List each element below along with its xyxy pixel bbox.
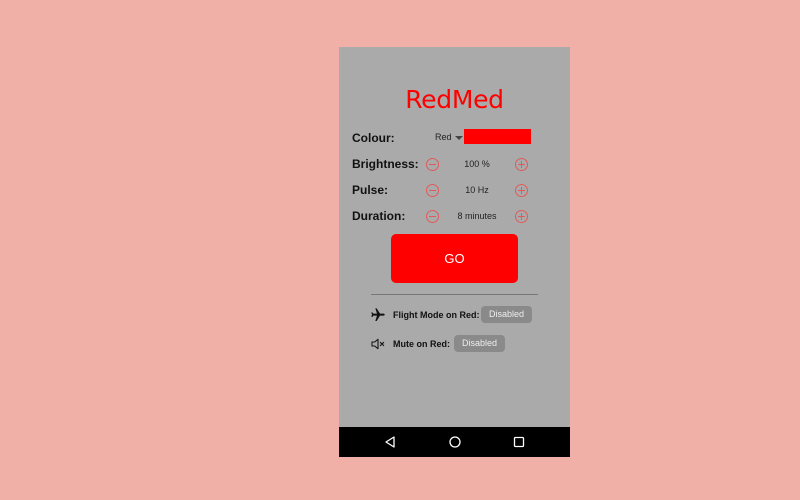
- mute-label: Mute on Red:: [393, 339, 450, 349]
- app-title: RedMed: [405, 85, 504, 114]
- colour-swatch: [464, 129, 531, 144]
- duration-increase-icon[interactable]: [515, 210, 528, 223]
- brightness-increase-icon[interactable]: [515, 158, 528, 171]
- mute-toggle[interactable]: Disabled: [454, 335, 506, 352]
- brightness-value: 100 %: [464, 159, 490, 169]
- back-icon[interactable]: [383, 435, 397, 449]
- colour-label: Colour:: [352, 131, 395, 145]
- pulse-row: Pulse: 10 Hz: [339, 181, 570, 201]
- colour-selected-value: Red: [435, 132, 452, 142]
- pulse-label: Pulse:: [352, 183, 389, 197]
- duration-decrease-icon[interactable]: [426, 210, 439, 223]
- recents-icon[interactable]: [512, 435, 526, 449]
- pulse-value: 10 Hz: [465, 185, 489, 195]
- divider: [371, 294, 538, 295]
- navigation-bar: [339, 427, 570, 457]
- brightness-label: Brightness:: [352, 157, 419, 171]
- flight-mode-toggle[interactable]: Disabled: [481, 306, 533, 323]
- mute-row: Mute on Red: Disabled: [370, 335, 540, 353]
- mute-speaker-icon: [371, 338, 385, 350]
- airplane-icon: [371, 308, 385, 321]
- go-button[interactable]: GO: [391, 234, 518, 283]
- colour-row: Colour: Red: [339, 129, 570, 149]
- flight-mode-label: Flight Mode on Red:: [393, 310, 480, 320]
- home-icon[interactable]: [448, 435, 462, 449]
- pulse-increase-icon[interactable]: [515, 184, 528, 197]
- duration-row: Duration: 8 minutes: [339, 207, 570, 227]
- pulse-decrease-icon[interactable]: [426, 184, 439, 197]
- brightness-decrease-icon[interactable]: [426, 158, 439, 171]
- phone-screen: RedMed Colour: Red Brightness: 100 % Pul…: [339, 47, 570, 457]
- flight-mode-row: Flight Mode on Red: Disabled: [370, 306, 540, 324]
- duration-label: Duration:: [352, 209, 406, 223]
- duration-value: 8 minutes: [457, 211, 497, 221]
- brightness-row: Brightness: 100 %: [339, 155, 570, 175]
- chevron-down-icon: [454, 135, 463, 140]
- colour-dropdown[interactable]: Red: [435, 132, 463, 142]
